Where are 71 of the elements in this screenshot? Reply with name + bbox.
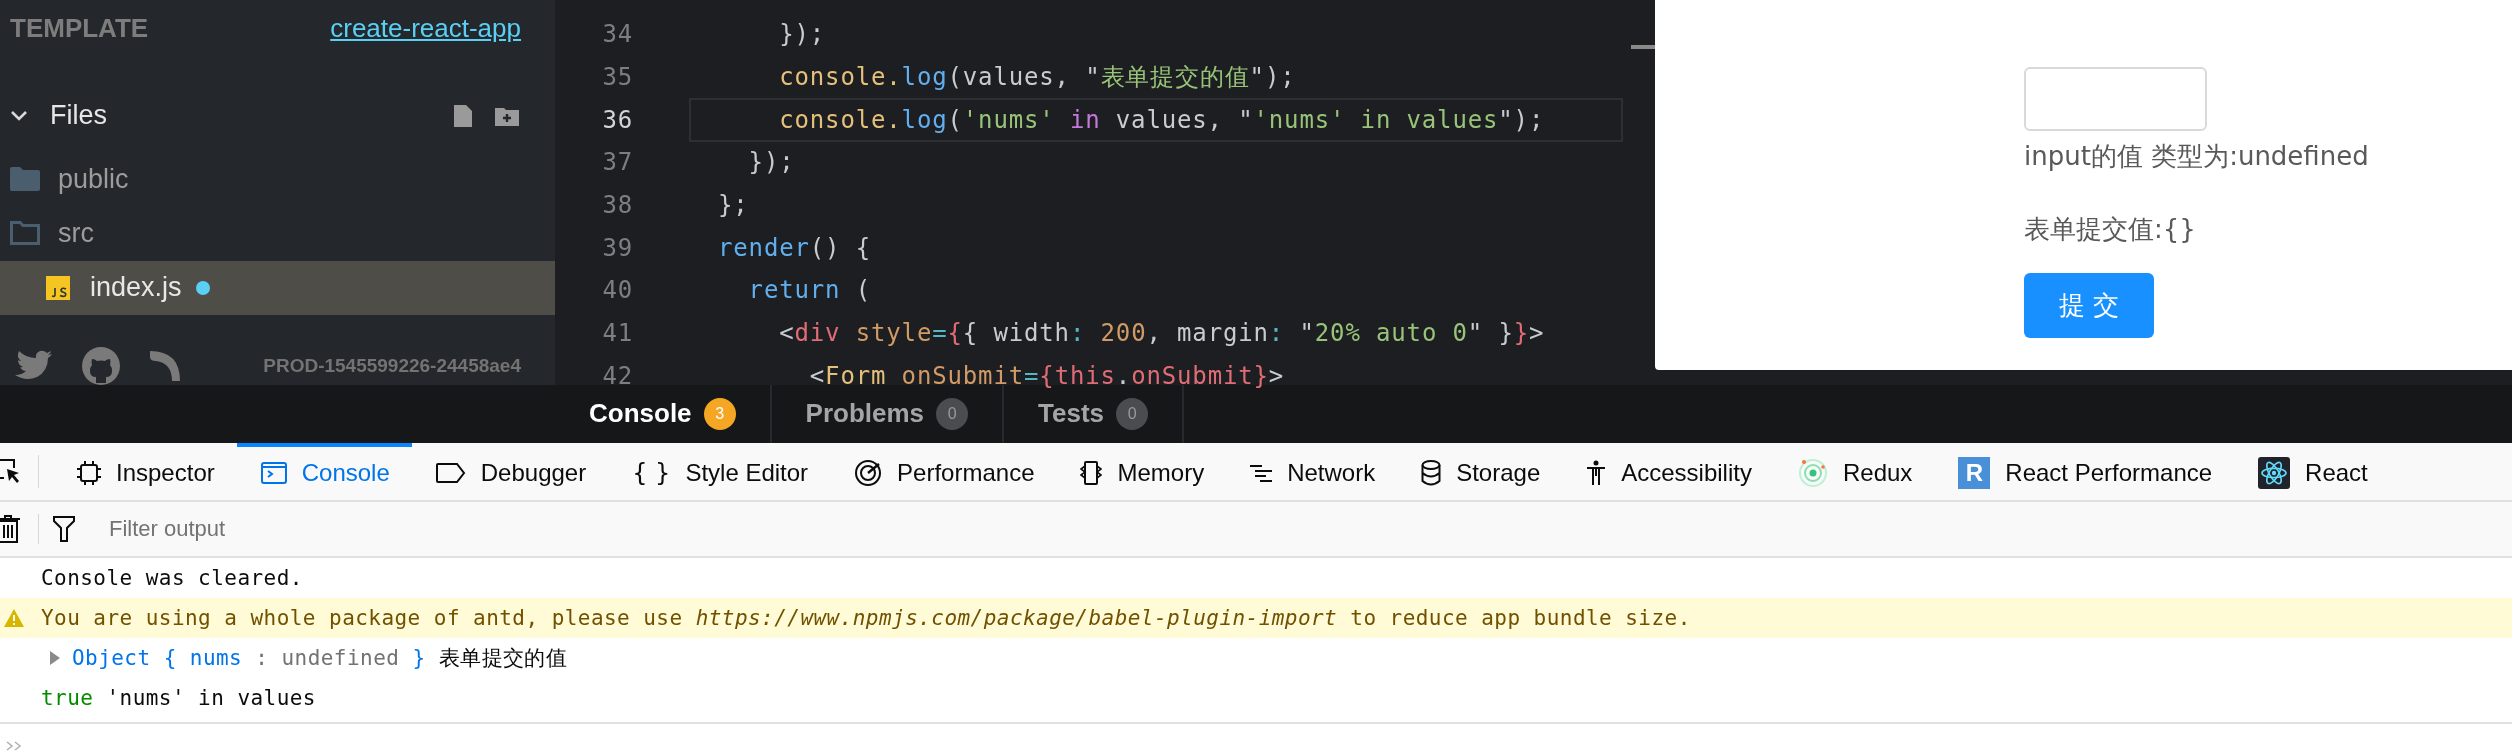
files-header[interactable]: Files [50, 100, 431, 132]
code-line: }); [747, 147, 796, 179]
person-icon [1586, 460, 1607, 487]
chip-icon [1080, 460, 1103, 487]
element-picker-icon[interactable] [0, 458, 22, 485]
devtools-tab[interactable]: Redux [1773, 442, 1935, 501]
filter-field[interactable]: Filter output [107, 515, 511, 544]
atom-icon [2258, 457, 2291, 490]
line-number: 39 [601, 233, 633, 262]
gauge-icon [854, 459, 883, 488]
prompt-chevron-icon [6, 741, 24, 751]
expand-triangle-icon[interactable] [50, 651, 60, 665]
code-line: }); [778, 19, 827, 51]
folder-icon [10, 167, 40, 192]
frame-icon [77, 461, 101, 486]
devtools-tab[interactable]: Inspector [53, 442, 237, 501]
line-number: 41 [601, 319, 633, 348]
count-badge: 0 [936, 397, 969, 430]
devtools-tab[interactable]: React [2234, 442, 2390, 501]
line-number: 36 [601, 105, 633, 134]
new-file-icon[interactable] [453, 103, 473, 128]
devtools-tab[interactable]: Storage [1397, 442, 1563, 501]
devtools-tab[interactable]: { } Style Editor [608, 442, 831, 501]
input-field[interactable] [2024, 67, 2207, 131]
js-file-icon [46, 275, 70, 300]
file-tree-item[interactable]: index.js [0, 260, 555, 315]
code-line: <div style={{ width: 200, margin: "20% auto 0" }}> [778, 318, 1546, 350]
devtools-tab[interactable]: Accessibility [1562, 442, 1774, 501]
form-result-text: 表单提交值:{} [2024, 213, 2196, 246]
orbit-icon [1797, 458, 1828, 489]
code-line: render() { [717, 232, 872, 264]
code-line: console.log(values, "表单提交的值"); [778, 62, 1297, 94]
file-tree-item[interactable]: public [0, 151, 555, 207]
new-folder-icon[interactable] [495, 105, 519, 126]
template-link[interactable]: create-react-app [330, 13, 521, 45]
bird-icon[interactable] [14, 350, 52, 382]
devtools-tab[interactable]: R React Performance [1934, 442, 2235, 501]
tag-icon [435, 463, 466, 484]
version-label: PROD-1545599226-24458ae4 [263, 355, 521, 377]
devtools-tab[interactable]: Memory [1056, 442, 1227, 501]
braces-icon: { } [632, 459, 671, 488]
console-message: Console was cleared. [41, 566, 303, 590]
devtools-tab[interactable]: Network [1226, 442, 1398, 501]
chevron-icon[interactable] [10, 109, 28, 122]
folder-icon [10, 221, 40, 246]
console-message: true 'nums' in values [41, 686, 317, 710]
line-number: 35 [601, 63, 633, 92]
trash-icon[interactable] [0, 515, 22, 544]
file-tree-item[interactable]: src [0, 206, 555, 261]
warning-icon [4, 609, 24, 627]
letter-r-icon: R [1958, 457, 1991, 490]
github-icon[interactable] [82, 347, 120, 385]
line-number: 37 [601, 148, 633, 177]
overview-ruler-mark [1631, 45, 1655, 49]
code-line: }; [717, 190, 750, 222]
line-number: 40 [601, 276, 633, 305]
terminal-icon [260, 462, 287, 485]
console-message: Object { nums : undefined } 表单提交的值 [72, 645, 569, 672]
console-message: You are using a whole package of antd, please use https://www.npmjs.com/package/babel-plugin-import to reduce app bundle size. [41, 606, 1691, 630]
count-badge: 0 [1116, 397, 1149, 430]
devtools-tab[interactable]: Performance [830, 442, 1057, 501]
count-badge: 3 [703, 397, 736, 430]
template-label: TEMPLATE [10, 13, 149, 45]
input-value-label: input的值 类型为:undefined [2024, 140, 2369, 173]
code-line: return ( [747, 275, 872, 307]
devtools-tab[interactable]: Debugger [411, 442, 609, 501]
line-number: 38 [601, 191, 633, 220]
line-number: 34 [601, 20, 633, 49]
lines-icon [1250, 463, 1273, 484]
filter-icon [53, 516, 75, 543]
database-icon [1421, 460, 1442, 487]
